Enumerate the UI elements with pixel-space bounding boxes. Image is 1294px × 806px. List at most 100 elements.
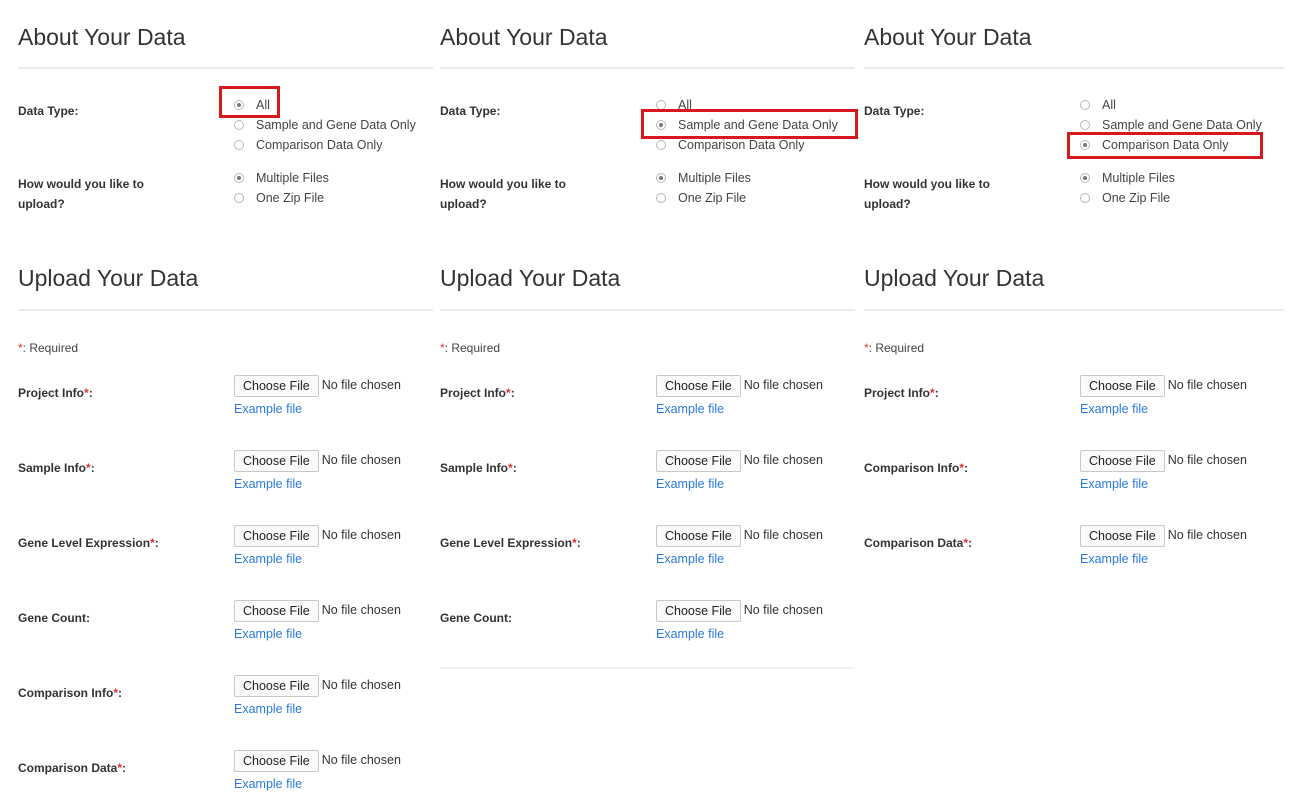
- radio-label: Comparison Data Only: [256, 138, 383, 152]
- selection-highlight-box: [1067, 132, 1263, 159]
- file-input[interactable]: Choose File No file chosen: [1080, 525, 1247, 547]
- radio-button[interactable]: [1080, 192, 1090, 203]
- choose-file-button[interactable]: Choose File: [1080, 525, 1165, 547]
- field-label-text: Sample Info: [18, 461, 87, 475]
- radio-button[interactable]: [656, 192, 666, 203]
- upload-field-gene-count: Gene Count: Choose File No file chosen Exam…: [440, 600, 855, 646]
- field-label-text: Project Info: [440, 386, 507, 400]
- about-your-data-heading: About Your Data: [440, 24, 608, 50]
- choose-file-button[interactable]: Choose File: [656, 600, 741, 622]
- colon: :: [88, 386, 93, 400]
- choose-file-button[interactable]: Choose File: [234, 600, 319, 622]
- upload-field-label: Gene Count:: [440, 608, 512, 628]
- colon: :: [122, 761, 127, 775]
- radio-label: One Zip File: [678, 191, 747, 205]
- required-note: *: Required: [864, 341, 924, 355]
- example-file-link[interactable]: Example file: [234, 477, 302, 491]
- example-file-link[interactable]: Example file: [656, 477, 724, 491]
- upload-field-label: Gene Level Expression*:: [18, 533, 159, 553]
- example-file-link[interactable]: Example file: [234, 627, 302, 641]
- file-status: No file chosen: [1167, 378, 1247, 392]
- file-input[interactable]: Choose File No file chosen: [1080, 375, 1247, 397]
- example-file-link[interactable]: Example file: [234, 702, 302, 716]
- example-file-link[interactable]: Example file: [1080, 477, 1148, 491]
- radio-button[interactable]: [234, 172, 244, 183]
- required-note: *: Required: [18, 341, 78, 355]
- file-input[interactable]: Choose File No file chosen: [656, 525, 823, 547]
- choose-file-button[interactable]: Choose File: [1080, 450, 1165, 472]
- file-input[interactable]: Choose File No file chosen: [656, 375, 823, 397]
- choose-file-button[interactable]: Choose File: [234, 450, 319, 472]
- file-input[interactable]: Choose File No file chosen: [234, 525, 401, 547]
- file-status: No file chosen: [321, 528, 401, 542]
- radio-button[interactable]: [234, 139, 244, 150]
- example-file-link[interactable]: Example file: [656, 627, 724, 641]
- file-input[interactable]: Choose File No file chosen: [234, 375, 401, 397]
- section-divider: [440, 67, 855, 69]
- example-file-link[interactable]: Example file: [234, 402, 302, 416]
- colon: :: [968, 536, 973, 550]
- upload-method-option-one-zip-file[interactable]: One Zip File: [656, 188, 746, 208]
- example-file-link[interactable]: Example file: [1080, 402, 1148, 416]
- file-input[interactable]: Choose File No file chosen: [234, 675, 401, 697]
- field-label-text: Gene Level Expression: [440, 536, 573, 550]
- field-label-text: Project Info: [18, 386, 85, 400]
- upload-your-data-heading: Upload Your Data: [440, 265, 621, 291]
- upload-method-option-multiple-files[interactable]: Multiple Files: [234, 168, 329, 188]
- file-input[interactable]: Choose File No file chosen: [234, 750, 401, 772]
- radio-label: Comparison Data Only: [678, 138, 805, 152]
- radio-button[interactable]: [1080, 99, 1090, 110]
- radio-label: Multiple Files: [256, 171, 329, 185]
- upload-method-option-one-zip-file[interactable]: One Zip File: [234, 188, 324, 208]
- file-status: No file chosen: [321, 678, 401, 692]
- radio-button[interactable]: [1080, 172, 1090, 183]
- radio-button[interactable]: [1080, 119, 1090, 130]
- upload-field-label: Project Info*:: [864, 383, 939, 403]
- field-label-text: Comparison Info: [864, 461, 960, 475]
- upload-field-label: Gene Level Expression*:: [440, 533, 581, 553]
- radio-button[interactable]: [656, 172, 666, 183]
- example-file-link[interactable]: Example file: [234, 777, 302, 791]
- radio-button[interactable]: [656, 139, 666, 150]
- file-input[interactable]: Choose File No file chosen: [234, 600, 401, 622]
- choose-file-button[interactable]: Choose File: [656, 375, 741, 397]
- field-label-text: Comparison Info: [18, 686, 114, 700]
- choose-file-button[interactable]: Choose File: [234, 750, 319, 772]
- field-label-text: Comparison Data: [864, 536, 964, 550]
- example-file-link[interactable]: Example file: [234, 552, 302, 566]
- choose-file-button[interactable]: Choose File: [234, 525, 319, 547]
- field-label-text: Gene Count: [440, 611, 508, 625]
- file-input[interactable]: Choose File No file chosen: [234, 450, 401, 472]
- upload-panel-all: About Your Data Data Type: All Sample and G…: [18, 0, 433, 806]
- file-input[interactable]: Choose File No file chosen: [1080, 450, 1247, 472]
- radio-label: One Zip File: [256, 191, 325, 205]
- radio-label: Sample and Gene Data Only: [256, 118, 416, 132]
- data-type-option-sample-and-gene-data-only[interactable]: Sample and Gene Data Only: [234, 115, 416, 135]
- field-label-text: Project Info: [864, 386, 931, 400]
- upload-field-gene-count: Gene Count: Choose File No file chosen Exam…: [18, 600, 433, 646]
- choose-file-button[interactable]: Choose File: [1080, 375, 1165, 397]
- example-file-link[interactable]: Example file: [1080, 552, 1148, 566]
- upload-field-sample-info: Sample Info*: Choose File No file chosen Ex…: [440, 450, 855, 496]
- file-status: No file chosen: [321, 453, 401, 467]
- required-note: *: Required: [440, 341, 500, 355]
- radio-button[interactable]: [234, 119, 244, 130]
- data-type-option-comparison-data-only[interactable]: Comparison Data Only: [234, 135, 382, 155]
- upload-field-project-info: Project Info*: Choose File No file chosen E…: [864, 375, 1284, 421]
- upload-method-option-multiple-files[interactable]: Multiple Files: [1080, 168, 1175, 188]
- file-input[interactable]: Choose File No file chosen: [656, 600, 823, 622]
- upload-field-project-info: Project Info*: Choose File No file chosen E…: [440, 375, 855, 421]
- upload-method-option-multiple-files[interactable]: Multiple Files: [656, 168, 751, 188]
- example-file-link[interactable]: Example file: [656, 552, 724, 566]
- choose-file-button[interactable]: Choose File: [234, 675, 319, 697]
- choose-file-button[interactable]: Choose File: [656, 450, 741, 472]
- choose-file-button[interactable]: Choose File: [234, 375, 319, 397]
- choose-file-button[interactable]: Choose File: [656, 525, 741, 547]
- upload-field-comparison-info: Comparison Info*: Choose File No file chos…: [864, 450, 1284, 496]
- upload-method-option-one-zip-file[interactable]: One Zip File: [1080, 188, 1170, 208]
- example-file-link[interactable]: Example file: [656, 402, 724, 416]
- data-type-option-all[interactable]: All: [1080, 95, 1116, 115]
- file-input[interactable]: Choose File No file chosen: [656, 450, 823, 472]
- section-divider: [18, 309, 433, 311]
- radio-button[interactable]: [234, 192, 244, 203]
